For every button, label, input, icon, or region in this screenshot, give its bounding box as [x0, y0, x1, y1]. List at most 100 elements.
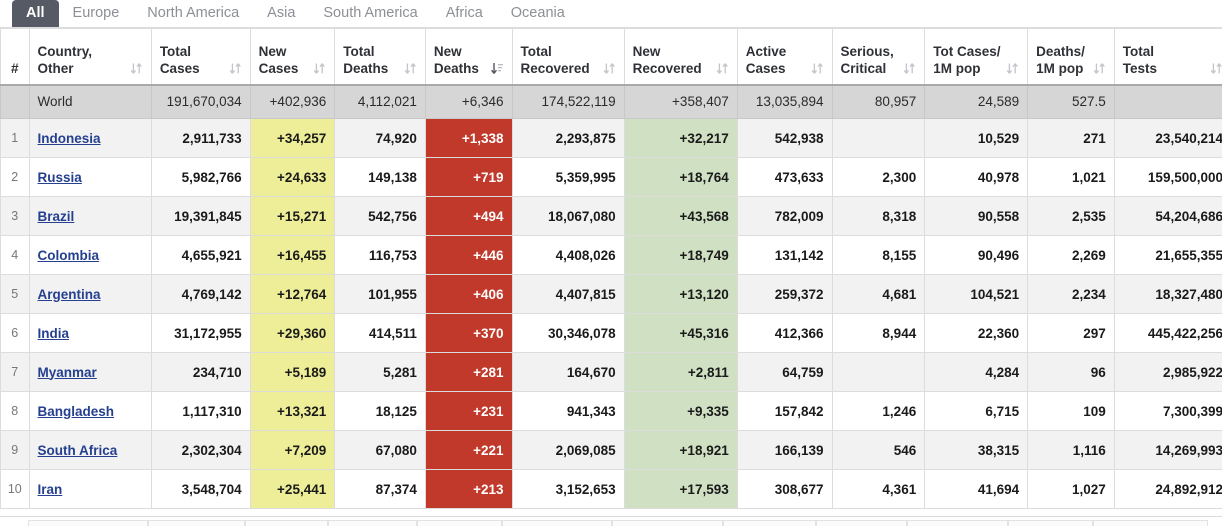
country-link[interactable]: Iran [38, 482, 63, 497]
table-scroll-container[interactable]: # Country, Other Total Cases New Cases Total… [0, 28, 1222, 526]
cell-cases_per_1m: 90,558 [924, 196, 1029, 236]
cell-total_recovered: 4,407,815 [511, 274, 625, 314]
cell-cases_per_1m: 104,521 [924, 274, 1029, 314]
country-link[interactable]: Colombia [38, 248, 100, 263]
column-header-label: Total Cases [159, 43, 200, 76]
cell-serious [831, 118, 926, 158]
tab-asia[interactable]: Asia [253, 0, 309, 27]
cell-active_cases: 166,139 [736, 430, 833, 470]
tab-all[interactable]: All [12, 0, 59, 27]
sort-toggle-icon [811, 61, 824, 76]
sort-toggle-icon [229, 61, 242, 76]
country-name-cell: Iran [28, 469, 152, 509]
column-header-new_deaths[interactable]: New Deaths [424, 28, 513, 86]
country-link[interactable]: South Africa [38, 443, 118, 458]
column-header-cases_per_1m[interactable]: Tot Cases/ 1M pop [924, 28, 1029, 86]
column-header-deaths_per_1m[interactable]: Deaths/ 1M pop [1027, 28, 1115, 86]
cell-active_cases: 782,009 [736, 196, 833, 236]
cell-serious: 1,246 [831, 391, 926, 431]
column-header-country[interactable]: Country, Other [28, 28, 152, 86]
cell-active_cases: 473,633 [736, 157, 833, 197]
row-index-cell: 4 [0, 235, 30, 275]
cell-total_cases: 2,302,304 [150, 430, 251, 470]
column-header-inner: New Cases [259, 43, 327, 77]
country-link[interactable]: Argentina [38, 287, 101, 302]
column-header-inner: Total Recovered [521, 43, 616, 77]
row-index-cell: 3 [0, 196, 30, 236]
country-name-cell: Argentina [28, 274, 152, 314]
partial-row-cell [723, 520, 816, 526]
cell-total_deaths: 414,511 [334, 313, 426, 353]
column-header-serious[interactable]: Serious, Critical [831, 28, 926, 86]
cell-total_cases: 4,769,142 [150, 274, 251, 314]
tab-south-america[interactable]: South America [309, 0, 431, 27]
sort-toggle-icon [903, 61, 916, 76]
tab-north-america[interactable]: North America [133, 0, 253, 27]
partial-row-cell [328, 520, 417, 526]
table-row: 6 India 31,172,955 +29,360 414,511 +370 30,346… [0, 313, 1222, 353]
cell-total_cases: 1,117,310 [150, 391, 251, 431]
cell-new_recovered: +2,811 [623, 352, 738, 392]
cell-new_cases: +25,441 [249, 469, 336, 509]
cell-active_cases: 259,372 [736, 274, 833, 314]
tab-africa[interactable]: Africa [432, 0, 497, 27]
country-link[interactable]: India [38, 326, 70, 341]
column-header-label: Total Recovered [520, 43, 590, 76]
cell-deaths_per_1m: 297 [1027, 313, 1115, 353]
table-row: 7 Myanmar 234,710 +5,189 5,281 +281 164,670 +2,… [0, 352, 1222, 392]
cell-cases_per_1m: 10,529 [924, 118, 1029, 158]
cell-new_deaths: +446 [424, 235, 513, 275]
cell-cases_per_1m: 40,978 [924, 157, 1029, 197]
cell-new_deaths: +406 [424, 274, 513, 314]
cell-deaths_per_1m: 109 [1027, 391, 1115, 431]
column-header-label: New Cases [258, 43, 299, 76]
column-header-label: Country, Other [37, 43, 93, 76]
cell-serious: 2,300 [831, 157, 926, 197]
column-header-inner: Active Cases [746, 43, 824, 77]
country-link[interactable]: Russia [38, 170, 82, 185]
cell-active_cases: 542,938 [736, 118, 833, 158]
column-header-new_recovered[interactable]: New Recovered [623, 28, 738, 86]
column-header-active_cases[interactable]: Active Cases [736, 28, 833, 86]
column-header-total_deaths[interactable]: Total Deaths [334, 28, 426, 86]
column-header-label: Tot Cases/ 1M pop [933, 43, 1001, 76]
partial-row-cell [816, 520, 907, 526]
continent-tab-bar[interactable]: All Europe North America Asia South America A… [0, 0, 1222, 28]
cell-deaths_per_1m: 1,027 [1027, 469, 1115, 509]
cell-active_cases: 131,142 [736, 235, 833, 275]
column-header-total_recovered[interactable]: Total Recovered [511, 28, 625, 86]
partial-next-row [0, 516, 1222, 526]
cell-total_tests: 54,204,686 [1113, 196, 1222, 236]
cell-new_cases: +16,455 [249, 235, 336, 275]
column-header-total_tests[interactable]: Total Tests [1113, 28, 1222, 86]
row-index-cell: 5 [0, 274, 30, 314]
column-header-new_cases[interactable]: New Cases [249, 28, 336, 86]
tab-europe[interactable]: Europe [59, 0, 134, 27]
tab-oceania[interactable]: Oceania [497, 0, 579, 27]
country-link[interactable]: Myanmar [38, 365, 97, 380]
country-name-cell: South Africa [28, 430, 152, 470]
cell-serious: 4,681 [831, 274, 926, 314]
country-name-cell: Myanmar [28, 352, 152, 392]
cell-total_deaths: 18,125 [334, 391, 426, 431]
country-link[interactable]: Bangladesh [38, 404, 115, 419]
cell-new_recovered: +18,764 [623, 157, 738, 197]
country-link[interactable]: Indonesia [38, 131, 101, 146]
sort-toggle-icon [313, 61, 326, 76]
partial-row-cell [148, 520, 245, 526]
covid-stats-table-page: All Europe North America Asia South America A… [0, 0, 1222, 526]
column-header-label: # [11, 60, 19, 76]
cell-total_tests: 7,300,399 [1113, 391, 1222, 431]
table-row: 4 Colombia 4,655,921 +16,455 116,753 +446 4,40… [0, 235, 1222, 275]
table-row: 5 Argentina 4,769,142 +12,764 101,955 +406 4,4… [0, 274, 1222, 314]
sort-toggle-icon [603, 61, 616, 76]
country-link[interactable]: Brazil [38, 209, 75, 224]
column-header-total_cases[interactable]: Total Cases [150, 28, 251, 86]
cell-cases_per_1m: 4,284 [924, 352, 1029, 392]
cell-serious: 4,361 [831, 469, 926, 509]
cell-new_recovered: +43,568 [623, 196, 738, 236]
partial-row-cell [245, 520, 328, 526]
row-index-cell: 7 [0, 352, 30, 392]
cell-total_deaths: 116,753 [334, 235, 426, 275]
cell-serious: 80,957 [831, 84, 926, 119]
